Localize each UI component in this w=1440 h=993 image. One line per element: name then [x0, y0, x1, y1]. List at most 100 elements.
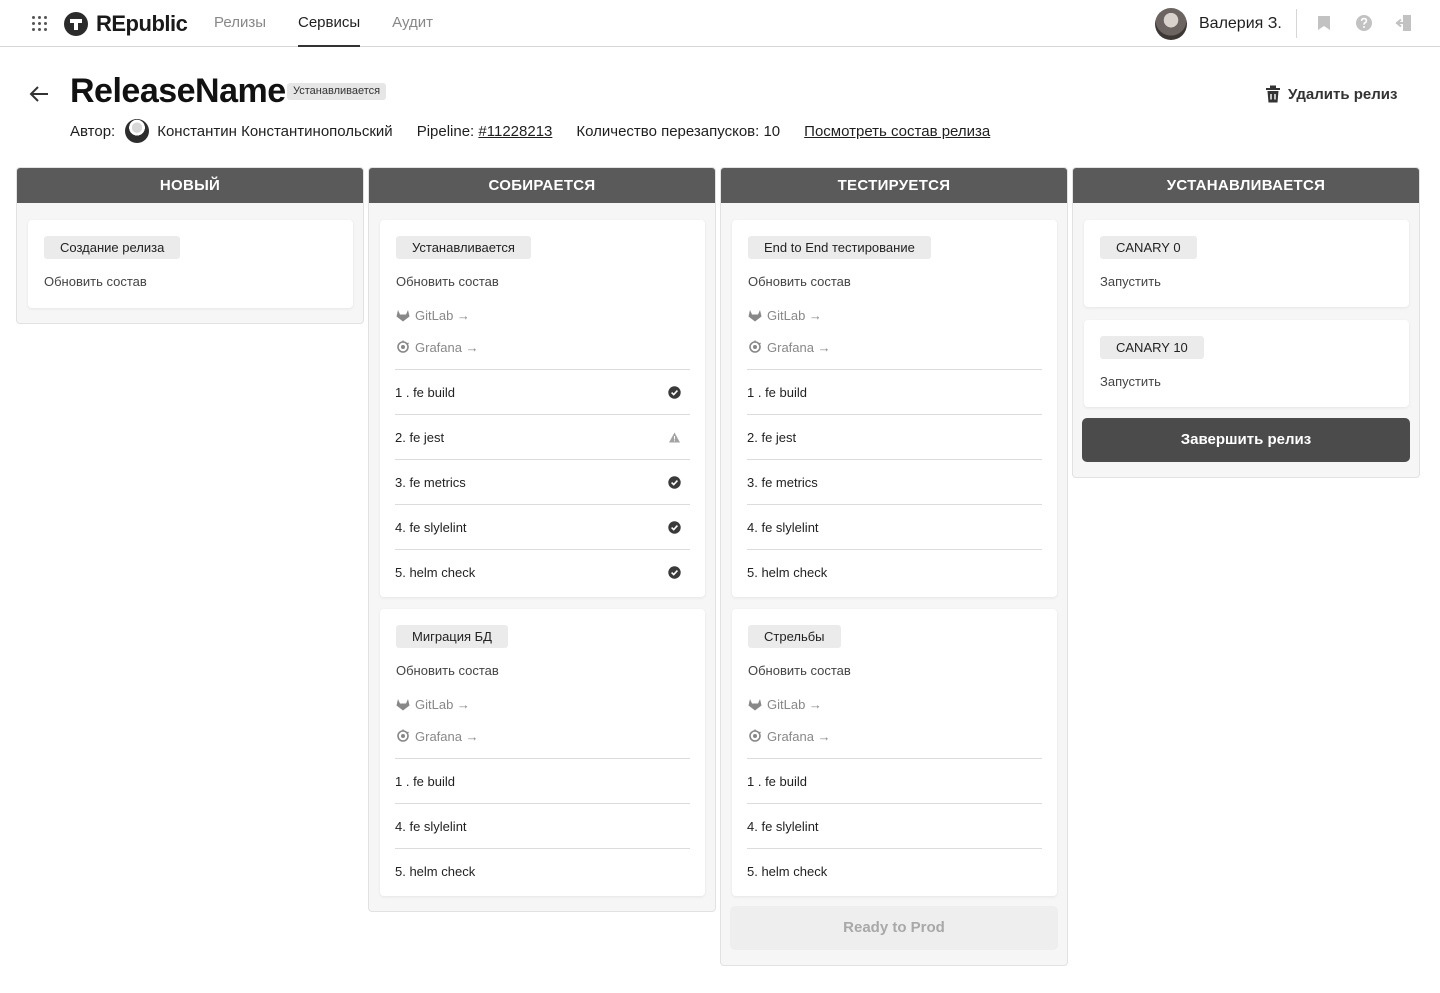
column-title: ТЕСТИРУЕТСЯ — [721, 168, 1067, 203]
run-link[interactable]: Запустить — [1100, 274, 1161, 289]
grafana-icon — [749, 340, 761, 353]
nav-item-releases[interactable]: Релизы — [214, 0, 266, 46]
list-item[interactable]: 4. fe slylelint — [395, 803, 690, 848]
column-new: НОВЫЙ Создание релиза Обновить состав — [16, 167, 364, 324]
list-item[interactable]: 5. helm check — [747, 549, 1042, 594]
logo-icon — [64, 11, 88, 36]
check-icon — [668, 385, 681, 399]
avatar — [1155, 7, 1187, 40]
step-list: 1 . fe build 4. fe slylelint 5. helm che… — [747, 758, 1042, 893]
grafana-icon — [397, 340, 409, 353]
stage-card: CANARY 10 Запустить — [1084, 320, 1409, 407]
step-list: 1 . fe build 4. fe slylelint 5. helm che… — [395, 758, 690, 893]
gitlab-icon — [748, 698, 762, 710]
list-item[interactable]: 3. fe metrics — [747, 459, 1042, 504]
bookmark-icon[interactable] — [1315, 14, 1333, 32]
logout-icon[interactable] — [1395, 14, 1413, 32]
list-item[interactable]: 4. fe slylelint — [395, 504, 690, 549]
view-release-contents-link[interactable]: Посмотреть состав релиза — [804, 123, 990, 140]
list-item[interactable]: 1 . fe build — [395, 369, 690, 414]
nav-item-services[interactable]: Сервисы — [297, 0, 361, 47]
list-item[interactable]: 5. helm check — [395, 848, 690, 893]
column-title: СОБИРАЕТСЯ — [369, 168, 715, 203]
trash-icon — [1266, 85, 1280, 103]
author-label: Автор: — [70, 122, 116, 140]
release-meta: Автор: Константин Константинопольский Pi… — [70, 119, 990, 143]
update-composition-link[interactable]: Обновить состав — [396, 663, 499, 678]
step-list: 1 . fe build 2. fe jest 3. fe metrics 4.… — [395, 369, 690, 594]
grafana-link[interactable]: Grafana → — [748, 728, 831, 744]
column-testing: ТЕСТИРУЕТСЯ End to End тестирование Обно… — [720, 167, 1068, 966]
pipeline-label: Pipeline: — [416, 122, 475, 140]
ready-to-prod-button: Ready to Prod — [730, 906, 1058, 950]
run-link[interactable]: Запустить — [1100, 374, 1161, 389]
page-title: ReleaseName — [70, 72, 286, 110]
logo-text: REpublic — [96, 10, 188, 36]
pipeline-link[interactable]: #11228213 — [478, 123, 552, 140]
delete-release-button[interactable]: Удалить релиз — [1265, 84, 1397, 104]
user-name: Валерия З. — [1199, 14, 1282, 32]
stage-chip: CANARY 0 — [1100, 236, 1197, 259]
stage-card: Создание релиза Обновить состав — [28, 220, 353, 308]
stage-chip: CANARY 10 — [1100, 336, 1204, 359]
stage-chip: Устанавливается — [396, 236, 531, 259]
gitlab-link[interactable]: GitLab → — [748, 696, 822, 712]
delete-release-label: Удалить релиз — [1288, 85, 1398, 103]
gitlab-icon — [396, 698, 410, 710]
gitlab-icon — [748, 309, 762, 321]
divider — [1296, 9, 1297, 38]
help-icon[interactable] — [1355, 14, 1373, 32]
apps-grid-icon[interactable] — [32, 16, 47, 31]
update-composition-link[interactable]: Обновить состав — [396, 274, 499, 289]
stage-chip: End to End тестирование — [748, 236, 931, 259]
back-arrow-icon[interactable] — [28, 82, 52, 106]
grafana-link[interactable]: Grafana → — [396, 728, 479, 744]
update-composition-link[interactable]: Обновить состав — [44, 274, 147, 289]
stage-card: End to End тестирование Обновить состав … — [732, 220, 1057, 597]
user-menu[interactable]: Валерия З. — [1155, 7, 1282, 40]
gitlab-link[interactable]: GitLab → — [396, 307, 470, 323]
list-item[interactable]: 1 . fe build — [747, 758, 1042, 803]
list-item[interactable]: 2. fe jest — [395, 414, 690, 459]
column-deploying: УСТАНАВЛИВАЕТСЯ CANARY 0 Запустить CANAR… — [1072, 167, 1420, 478]
author-avatar — [125, 119, 150, 143]
update-composition-link[interactable]: Обновить состав — [748, 663, 851, 678]
list-item[interactable]: 4. fe slylelint — [747, 803, 1042, 848]
stage-card: Устанавливается Обновить состав GitLab →… — [380, 220, 705, 597]
list-item[interactable]: 1 . fe build — [747, 369, 1042, 414]
step-list: 1 . fe build 2. fe jest 3. fe metrics 4.… — [747, 369, 1042, 594]
check-icon — [668, 565, 681, 579]
finish-release-button[interactable]: Завершить релиз — [1082, 418, 1410, 462]
warning-icon — [669, 432, 680, 442]
list-item[interactable]: 3. fe metrics — [395, 459, 690, 504]
logo[interactable]: REpublic — [64, 10, 188, 36]
list-item[interactable]: 4. fe slylelint — [747, 504, 1042, 549]
gitlab-link[interactable]: GitLab → — [396, 696, 470, 712]
status-badge: Устанавливается — [287, 83, 387, 100]
author-name: Константин Константинопольский — [157, 122, 393, 140]
grafana-icon — [397, 729, 409, 742]
restart-count: Количество перезапусков: 10 — [576, 122, 781, 140]
check-icon — [668, 475, 681, 489]
stage-chip: Стрельбы — [748, 625, 841, 648]
list-item[interactable]: 5. helm check — [747, 848, 1042, 893]
grafana-link[interactable]: Grafana → — [396, 339, 479, 355]
column-building: СОБИРАЕТСЯ Устанавливается Обновить сост… — [368, 167, 716, 912]
top-bar: REpublic Релизы Сервисы Аудит Валерия З. — [0, 0, 1440, 47]
update-composition-link[interactable]: Обновить состав — [748, 274, 851, 289]
list-item[interactable]: 1 . fe build — [395, 758, 690, 803]
column-title: УСТАНАВЛИВАЕТСЯ — [1073, 168, 1419, 203]
check-icon — [668, 520, 681, 534]
stage-card: CANARY 0 Запустить — [1084, 220, 1409, 307]
list-item[interactable]: 2. fe jest — [747, 414, 1042, 459]
grafana-icon — [749, 729, 761, 742]
stage-chip: Создание релиза — [44, 236, 181, 259]
list-item[interactable]: 5. helm check — [395, 549, 690, 594]
grafana-link[interactable]: Grafana → — [748, 339, 831, 355]
main-nav: Релизы Сервисы Аудит — [214, 0, 465, 47]
column-title: НОВЫЙ — [17, 168, 363, 203]
gitlab-link[interactable]: GitLab → — [748, 307, 822, 323]
stage-card: Стрельбы Обновить состав GitLab → Grafan… — [732, 609, 1057, 896]
stage-chip: Миграция БД — [396, 625, 508, 648]
nav-item-audit[interactable]: Аудит — [392, 0, 433, 46]
